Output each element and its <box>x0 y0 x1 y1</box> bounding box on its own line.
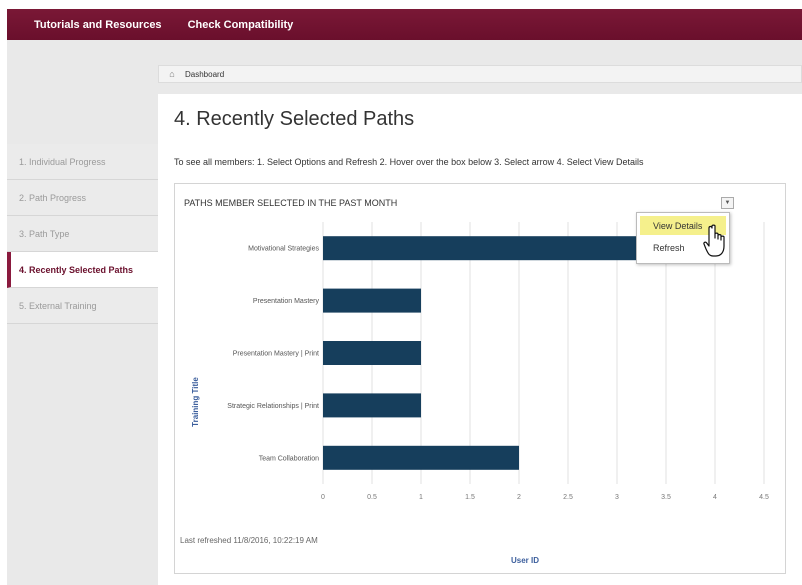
breadcrumb-dashboard-link[interactable]: Dashboard <box>185 70 224 79</box>
top-nav-bar: Tutorials and Resources Check Compatibil… <box>7 9 802 40</box>
sidebar-item-path-progress[interactable]: 2. Path Progress <box>7 180 158 216</box>
category-label: Presentation Mastery <box>253 298 320 305</box>
category-label: Strategic Relationships | Print <box>227 403 319 410</box>
bar[interactable] <box>323 341 421 365</box>
category-label: Motivational Strategies <box>248 246 319 253</box>
instructions-text: To see all members: 1. Select Options an… <box>174 157 644 167</box>
sidebar-item-label: 1. Individual Progress <box>19 156 106 167</box>
chart-panel[interactable]: PATHS MEMBER SELECTED IN THE PAST MONTH … <box>174 183 786 574</box>
sidebar: 1. Individual Progress 2. Path Progress … <box>7 144 158 324</box>
sidebar-item-label: 3. Path Type <box>19 228 70 239</box>
bar[interactable] <box>323 236 666 261</box>
x-tick-label: 0.5 <box>367 494 377 501</box>
x-tick-label: 2.5 <box>563 494 573 501</box>
x-axis-label: User ID <box>511 556 539 565</box>
x-tick-label: 2 <box>517 494 521 501</box>
page-area: ⌂ Dashboard 1. Individual Progress 2. Pa… <box>7 40 802 585</box>
x-tick-label: 3.5 <box>661 494 671 501</box>
bar[interactable] <box>323 288 421 313</box>
window-top-edge <box>0 0 802 9</box>
breadcrumb: ⌂ Dashboard <box>158 65 802 83</box>
x-tick-label: 1 <box>419 494 423 501</box>
bar[interactable] <box>323 393 421 418</box>
x-tick-label: 4.5 <box>759 494 769 501</box>
x-tick-label: 0 <box>321 494 325 501</box>
page-title: 4. Recently Selected Paths <box>174 108 415 130</box>
home-icon[interactable]: ⌂ <box>159 69 185 79</box>
main-content: 4. Recently Selected Paths To see all me… <box>158 94 802 585</box>
category-label: Presentation Mastery | Print <box>233 351 319 358</box>
sidebar-item-label: 4. Recently Selected Paths <box>19 264 134 275</box>
sidebar-item-individual-progress[interactable]: 1. Individual Progress <box>7 144 158 180</box>
sidebar-item-path-type[interactable]: 3. Path Type <box>7 216 158 252</box>
hand-pointer-cursor-icon <box>703 224 725 257</box>
x-tick-label: 1.5 <box>465 494 475 501</box>
sidebar-item-label: 2. Path Progress <box>19 192 87 203</box>
x-tick-label: 3 <box>615 494 619 501</box>
nav-tutorials-link[interactable]: Tutorials and Resources <box>7 19 175 31</box>
sidebar-item-recently-selected-paths[interactable]: 4. Recently Selected Paths <box>7 252 158 288</box>
y-axis-label: Training Title <box>191 377 200 427</box>
bar[interactable] <box>323 445 519 470</box>
sidebar-item-external-training[interactable]: 5. External Training <box>7 288 158 324</box>
last-refreshed-text: Last refreshed 11/8/2016, 10:22:19 AM <box>180 536 318 545</box>
x-tick-label: 4 <box>713 494 717 501</box>
sidebar-item-label: 5. External Training <box>19 300 97 311</box>
nav-check-compatibility-link[interactable]: Check Compatibility <box>175 19 307 31</box>
category-label: Team Collaboration <box>259 455 319 462</box>
